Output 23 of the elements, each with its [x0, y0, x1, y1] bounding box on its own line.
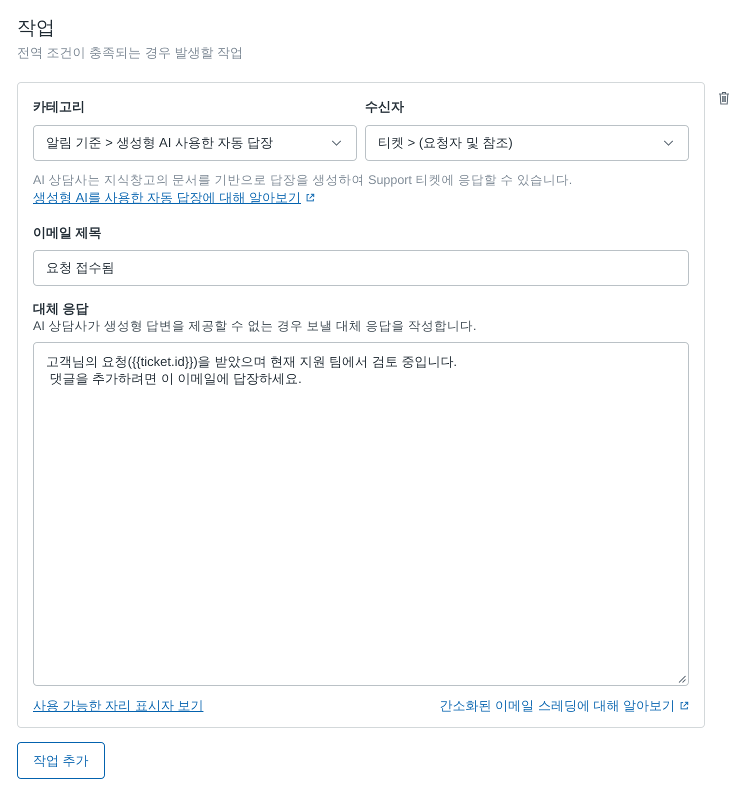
- fallback-textarea[interactable]: 고객님의 요청({{ticket.id}})을 받았으며 현재 지원 팀에서 검토 중입니다. 댓글을 추가하려면 이 이메일에 답장하세요.: [33, 342, 689, 686]
- add-action-button[interactable]: 작업 추가: [17, 742, 105, 779]
- field-label: 이메일 제목: [33, 224, 102, 242]
- dropdown-select[interactable]: 티켓 > (요청자 및 참조): [365, 125, 689, 161]
- help-text: AI 상담사는 지식창고의 문서를 기반으로 답장을 생성하여 Support 티켓에 응답할 수 있습니다. 생성형 AI를 사용한 자동 답장에 대해 알아보기: [33, 172, 574, 207]
- resize-grip-icon[interactable]: [678, 675, 686, 683]
- delete-button[interactable]: [718, 91, 730, 105]
- placeholders-link[interactable]: 사용 가능한 자리 표시자 보기: [33, 697, 204, 715]
- section-subtitle: 전역 조건이 충족되는 경우 발생할 작업: [17, 44, 244, 62]
- trash-icon: [718, 91, 730, 105]
- section-title: 작업: [17, 17, 56, 41]
- chevron-down-icon: [331, 140, 342, 146]
- field-label: 카테고리: [33, 98, 85, 116]
- field-description: AI 상담사가 생성형 답변을 제공할 수 없는 경우 보낼 대체 응답을 작성합니다.: [33, 318, 476, 335]
- dropdown-select[interactable]: 알림 기준 > 생성형 AI 사용한 자동 답장: [33, 125, 357, 161]
- external-link-icon: [679, 701, 689, 711]
- learn-more-link[interactable]: 생성형 AI를 사용한 자동 답장에 대해 알아보기: [33, 190, 301, 205]
- field-label: 대체 응답: [33, 300, 89, 318]
- external-link-icon: [304, 193, 315, 203]
- field-label: 수신자: [365, 98, 404, 116]
- learn-more-link[interactable]: 간소화된 이메일 스레딩에 대해 알아보기: [440, 697, 675, 715]
- subject-input[interactable]: 요청 접수됨: [33, 250, 689, 286]
- chevron-down-icon: [663, 140, 674, 146]
